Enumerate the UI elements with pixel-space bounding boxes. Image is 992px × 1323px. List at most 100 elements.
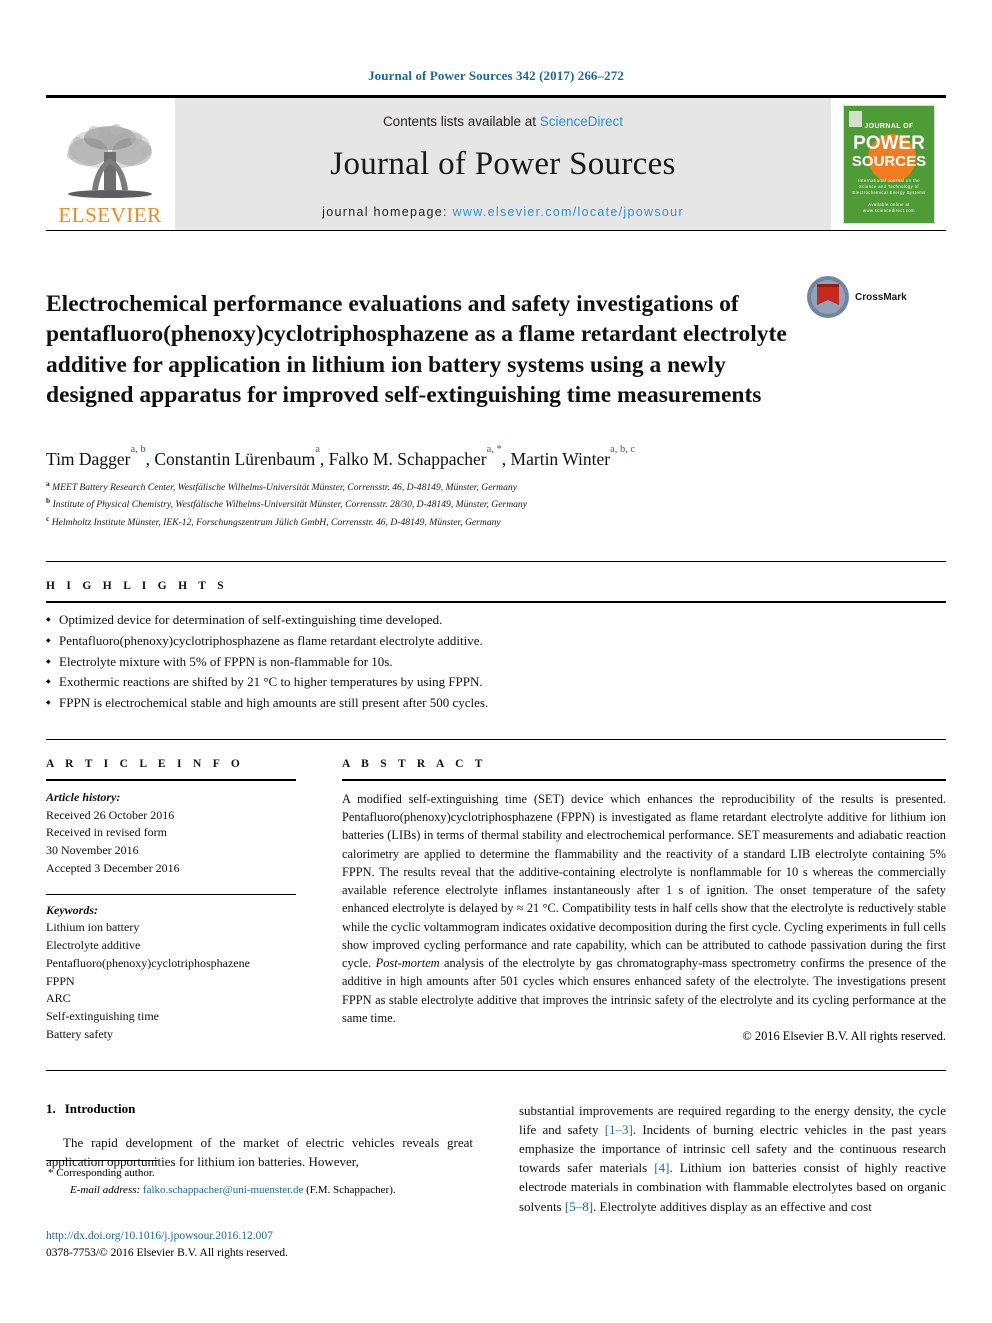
list-item: Pentafluoro(phenoxy)cyclotriphosphazene … [46, 631, 606, 652]
abstract-text: A modified self-extinguishing time (SET)… [342, 781, 946, 1027]
abstract-column: A B S T R A C T A modified self-extingui… [342, 758, 946, 1044]
doi-link[interactable]: http://dx.doi.org/10.1016/j.jpowsour.201… [46, 1228, 288, 1245]
section-heading-introduction: 1. Introduction [46, 1101, 473, 1117]
abstract-heading: A B S T R A C T [342, 757, 487, 770]
page-title: Electrochemical performance evaluations … [46, 290, 787, 409]
elsevier-wordmark: ELSEVIER [58, 203, 162, 227]
cover-image: JOURNAL OF POWER SOURCES International J… [843, 104, 935, 224]
cover-line-power: POWER [853, 132, 925, 154]
email-link[interactable]: falko.schappacher@uni-muenster.de [143, 1184, 303, 1196]
author-name: Tim Dagger [46, 448, 131, 469]
highlights-top-rule [46, 560, 946, 562]
affiliation-marker: a [46, 478, 50, 488]
keyword-item: Electrolyte additive [46, 938, 141, 953]
keyword-item: Self-extinguishing time [46, 1009, 159, 1024]
elsevier-logo: ELSEVIER [46, 98, 174, 230]
corresponding-author-line: * Corresponding author. [48, 1165, 466, 1182]
article-info-heading: A R T I C L E I N F O [46, 757, 245, 770]
author-affil-marker: a, b [130, 444, 146, 456]
journal-homepage-line: journal homepage: www.elsevier.com/locat… [322, 205, 684, 219]
keyword-item: Pentafluoro(phenoxy)cyclotriphosphazene [46, 955, 250, 970]
affiliation-text: Institute of Physical Chemistry, Westfäl… [52, 499, 527, 511]
homepage-prefix: journal homepage: [322, 204, 453, 219]
abstract-copyright: © 2016 Elsevier B.V. All rights reserved… [742, 1028, 946, 1043]
crossmark-icon [807, 276, 849, 318]
history-line: 30 November 2016 [46, 843, 139, 858]
article-history-label: Article history: [46, 789, 121, 804]
affiliation-item: a MEET Battery Research Center, Westfäli… [46, 478, 946, 496]
author-name: Falko M. Schappacher [328, 448, 487, 469]
journal-title: Journal of Power Sources [330, 145, 676, 182]
citation-ref[interactable]: [5–8] [565, 1199, 593, 1214]
corresponding-star: * [48, 1167, 54, 1179]
keyword-item: Lithium ion battery [46, 920, 140, 935]
contents-prefix: Contents lists available at [382, 113, 540, 129]
author-entry: Falko M. Schappachera, *, [328, 444, 511, 469]
body-column-right: substantial improvements are required re… [519, 1101, 946, 1216]
crossmark-badge[interactable]: CrossMark [806, 275, 916, 319]
body-column-left: 1. Introduction The rapid development of … [46, 1101, 473, 1216]
history-line: Received 26 October 2016 [46, 807, 175, 822]
author-affil-marker: a, b, c [610, 444, 636, 456]
list-item: Exothermic reactions are shifted by 21 °… [46, 672, 606, 693]
author-affil-marker: a [315, 444, 320, 456]
list-item: Electrolyte mixture with 5% of FPPN is n… [46, 652, 606, 673]
masthead-center: Contents lists available at ScienceDirec… [174, 98, 832, 230]
cover-line-journal-of: JOURNAL OF [864, 122, 914, 130]
email-owner: (F.M. Schappacher). [306, 1183, 396, 1196]
author-name: Constantin Lürenbaum [154, 448, 316, 469]
abstract-part-1: A modified self-extinguishing time (SET)… [342, 791, 946, 971]
keywords-label: Keywords: [46, 902, 98, 917]
footnote-text: * Corresponding author. E-mail address: … [46, 1161, 466, 1198]
crossmark-label: CrossMark [855, 291, 907, 303]
corresponding-author-footnote: * Corresponding author. E-mail address: … [46, 1160, 466, 1198]
keyword-item: Battery safety [46, 1026, 113, 1041]
author-entry: Martin Wintera, b, c [510, 444, 636, 469]
author-separator: , [501, 448, 511, 469]
article-info-column: A R T I C L E I N F O Article history: R… [46, 758, 296, 1044]
affiliation-item: b Institute of Physical Chemistry, Westf… [46, 495, 946, 513]
affiliation-marker: b [46, 496, 51, 506]
cover-line-sources: SOURCES [851, 152, 927, 170]
bottom-metadata: http://dx.doi.org/10.1016/j.jpowsour.201… [46, 1228, 288, 1263]
corresponding-label: Corresponding author. [56, 1167, 155, 1179]
keyword-item: FPPN [46, 973, 75, 988]
highlights-heading: H I G H L I G H T S [46, 579, 228, 592]
keyword-item: ARC [46, 991, 71, 1006]
affiliation-text: Helmholtz Institute Münster, IEK-12, For… [51, 517, 501, 529]
history-line: Accepted 3 December 2016 [46, 860, 180, 875]
email-label: E-mail address: [70, 1183, 141, 1196]
highlights-list: Optimized device for determination of se… [46, 603, 606, 714]
section-number: 1. [46, 1100, 56, 1116]
homepage-url-link[interactable]: www.elsevier.com/locate/jpowsour [453, 205, 684, 219]
citation-ref[interactable]: [1–3] [605, 1122, 633, 1137]
highlights-section: H I G H L I G H T S Optimized device for… [46, 560, 946, 714]
cover-subtitle: International Journal on the Science and… [852, 177, 926, 196]
text-run: . Electrolyte additives display as an ef… [593, 1198, 872, 1214]
affiliation-marker: c [46, 514, 50, 524]
abstract-italic-phrase: Post-mortem [375, 956, 440, 971]
author-affil-marker: a, * [486, 444, 502, 456]
intro-paragraph-right: substantial improvements are required re… [519, 1101, 946, 1216]
body-columns: 1. Introduction The rapid development of … [46, 1101, 946, 1216]
issn-copyright-line: 0378-7753/© 2016 Elsevier B.V. All right… [46, 1247, 289, 1260]
list-item: FPPN is electrochemical stable and high … [46, 693, 606, 714]
history-line: Received in revised form [46, 825, 167, 840]
author-separator: , [319, 448, 329, 469]
contents-available-line: Contents lists available at ScienceDirec… [383, 114, 623, 129]
elsevier-tree-icon [67, 124, 152, 198]
journal-cover-thumbnail: JOURNAL OF POWER SOURCES International J… [832, 98, 946, 230]
body-top-rule [46, 1069, 946, 1071]
affiliation-item: c Helmholtz Institute Münster, IEK-12, F… [46, 513, 946, 531]
citation-ref[interactable]: [4] [654, 1160, 669, 1175]
title-block: Electrochemical performance evaluations … [46, 273, 946, 427]
author-list: Tim Daggera, b, Constantin Lürenbauma, F… [46, 444, 946, 470]
affiliation-list: a MEET Battery Research Center, Westfäli… [46, 478, 946, 531]
info-abstract-section: A R T I C L E I N F O Article history: R… [46, 738, 946, 1044]
section-title: Introduction [64, 1100, 136, 1116]
sciencedirect-link[interactable]: ScienceDirect [540, 114, 623, 129]
cover-footer: Available online at www.sciencedirect.co… [863, 201, 915, 214]
journal-masthead: ELSEVIER Contents lists available at Sci… [46, 95, 946, 231]
author-name: Martin Winter [510, 448, 611, 469]
keywords-block: Keywords: Lithium ion battery Electrolyt… [46, 893, 296, 1044]
